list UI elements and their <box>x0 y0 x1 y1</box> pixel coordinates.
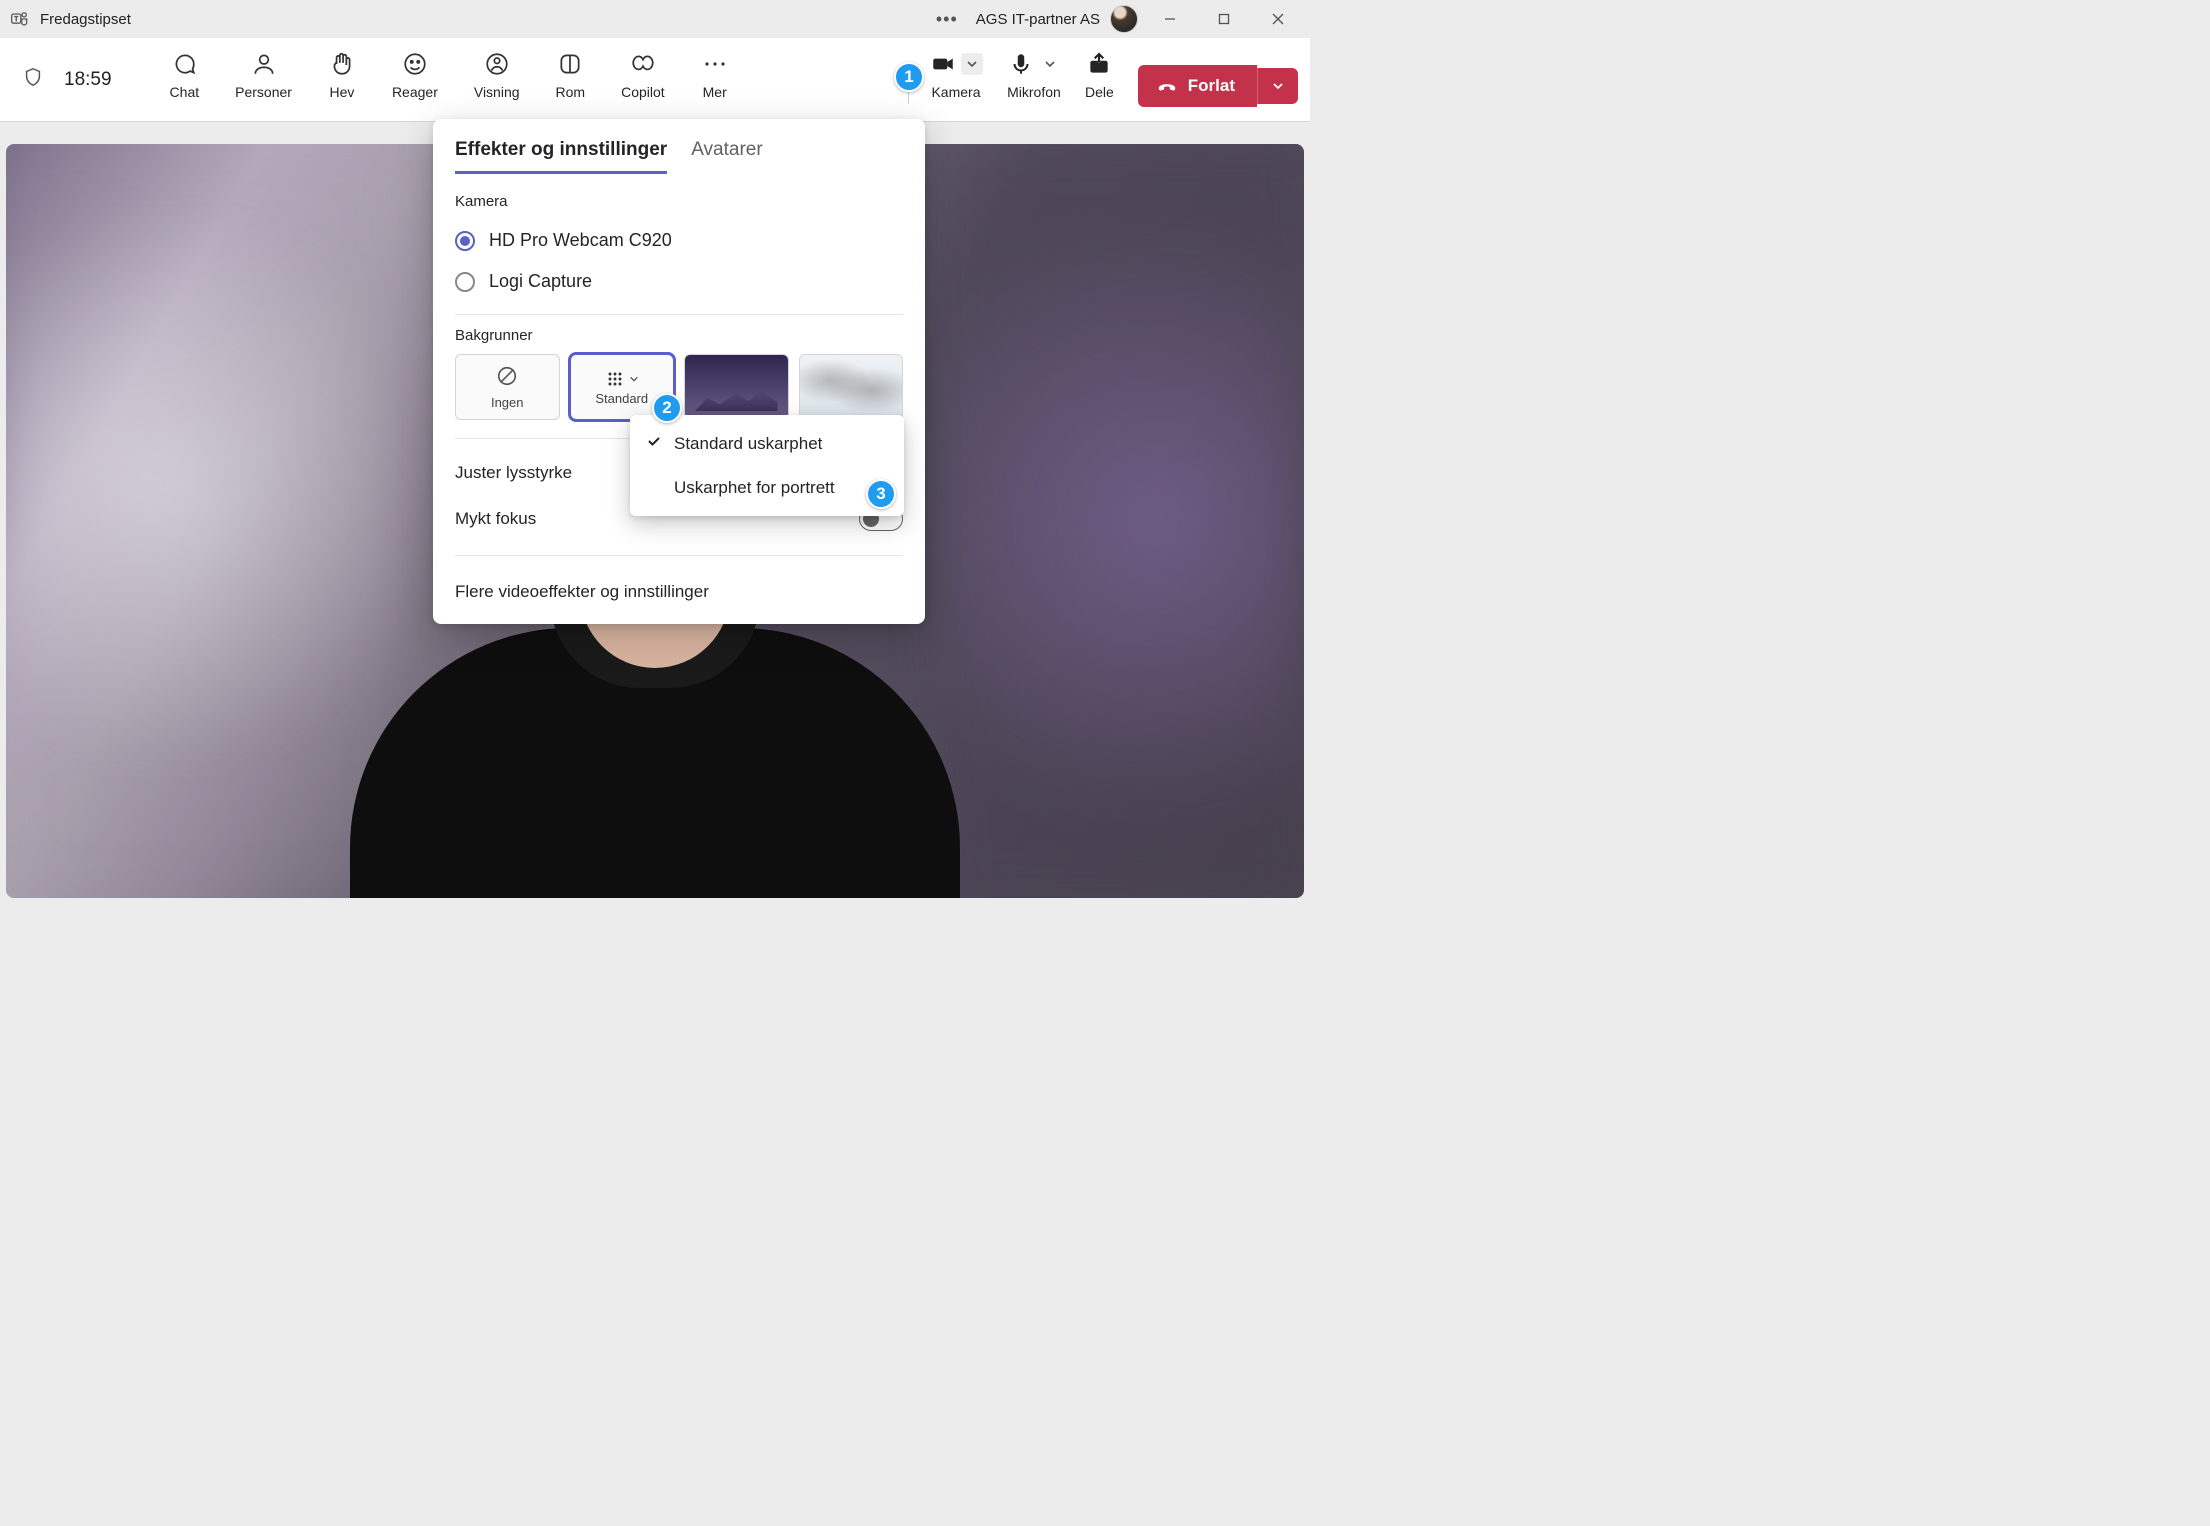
react-button[interactable]: Reager <box>374 50 456 100</box>
camera-label: Kamera <box>931 84 980 100</box>
close-button[interactable] <box>1256 4 1300 34</box>
rooms-icon <box>556 50 584 78</box>
annotation-badge-1: 1 <box>894 62 924 92</box>
blur-option-standard[interactable]: Standard uskarphet <box>630 421 904 466</box>
titlebar-left: Fredagstipset <box>10 9 131 29</box>
chat-icon <box>170 50 198 78</box>
blur-dropdown: Standard uskarphet Uskarphet for portret… <box>630 415 904 516</box>
brightness-label: Juster lysstyrke <box>455 463 572 483</box>
tab-effects[interactable]: Effekter og innstillinger <box>455 139 667 174</box>
avatar[interactable] <box>1110 5 1138 33</box>
microphone-button[interactable]: Mikrofon <box>995 50 1073 100</box>
more-video-effects-link[interactable]: Flere videoeffekter og innstillinger <box>455 568 903 612</box>
more-icon <box>701 50 729 78</box>
minimize-button[interactable] <box>1148 4 1192 34</box>
blur-option-portrait-label: Uskarphet for portrett <box>674 478 835 498</box>
camera-chevron-button[interactable] <box>961 53 983 75</box>
hangup-icon <box>1156 75 1178 97</box>
share-label: Dele <box>1085 84 1114 100</box>
camera-option-1-label: HD Pro Webcam C920 <box>489 230 672 251</box>
share-button[interactable]: Dele <box>1073 50 1126 100</box>
camera-settings-popover: Effekter og innstillinger Avatarer Kamer… <box>433 119 925 624</box>
people-icon <box>250 50 278 78</box>
toolbar-right: Kamera Mikrofon Dele <box>904 38 1298 121</box>
radio-icon <box>455 272 475 292</box>
more-label: Mer <box>703 84 727 100</box>
camera-option-2[interactable]: Logi Capture <box>455 261 903 302</box>
rooms-button[interactable]: Rom <box>538 50 604 100</box>
background-image-1[interactable] <box>684 354 789 420</box>
titlebar-right: ••• AGS IT-partner AS <box>928 4 1300 34</box>
maximize-button[interactable] <box>1202 4 1246 34</box>
toolbar-left: 18:59 <box>0 38 112 121</box>
leave-button-main[interactable]: Forlat <box>1138 65 1257 107</box>
background-none-label: Ingen <box>491 395 524 410</box>
divider <box>455 314 903 315</box>
microphone-chevron-button[interactable] <box>1039 53 1061 75</box>
meeting-toolbar: 18:59 Chat Personer Hev Reager <box>0 38 1310 122</box>
microphone-label: Mikrofon <box>1007 84 1061 100</box>
leave-label: Forlat <box>1188 76 1235 96</box>
backgrounds-section-title: Bakgrunner <box>455 327 903 344</box>
annotation-badge-2: 2 <box>652 393 682 423</box>
people-button[interactable]: Personer <box>217 50 310 100</box>
meeting-time: 18:59 <box>64 69 112 91</box>
view-button[interactable]: Visning <box>456 50 538 100</box>
camera-icon <box>929 50 957 78</box>
leave-button[interactable]: Forlat <box>1138 65 1298 107</box>
annotation-badge-3: 3 <box>866 479 896 509</box>
check-icon <box>646 433 664 454</box>
copilot-icon <box>629 50 657 78</box>
soft-focus-label: Mykt fokus <box>455 509 536 529</box>
tab-avatars[interactable]: Avatarer <box>691 139 762 174</box>
hand-icon <box>328 50 356 78</box>
more-button[interactable]: Mer <box>683 50 747 100</box>
titlebar: Fredagstipset ••• AGS IT-partner AS <box>0 0 1310 38</box>
radio-icon <box>455 231 475 251</box>
background-standard-label: Standard <box>595 391 648 406</box>
popover-tabs: Effekter og innstillinger Avatarer <box>455 139 903 175</box>
blur-icon <box>605 369 639 389</box>
raise-hand-button[interactable]: Hev <box>310 50 374 100</box>
background-none[interactable]: Ingen <box>455 354 560 420</box>
divider <box>455 555 903 556</box>
share-icon <box>1085 50 1113 78</box>
blur-option-portrait[interactable]: Uskarphet for portrett <box>630 466 904 510</box>
view-label: Visning <box>474 84 520 100</box>
camera-section-title: Kamera <box>455 193 903 210</box>
background-blur-right <box>941 144 1304 898</box>
camera-option-2-label: Logi Capture <box>489 271 592 292</box>
microphone-icon <box>1007 50 1035 78</box>
chat-button[interactable]: Chat <box>152 50 218 100</box>
teams-icon <box>10 9 30 29</box>
meeting-title: Fredagstipset <box>40 11 131 28</box>
react-label: Reager <box>392 84 438 100</box>
copilot-button[interactable]: Copilot <box>603 50 683 100</box>
blur-option-standard-label: Standard uskarphet <box>674 434 822 454</box>
camera-button[interactable]: Kamera <box>917 50 995 100</box>
more-options-button[interactable]: ••• <box>928 9 966 30</box>
emoji-icon <box>401 50 429 78</box>
people-label: Personer <box>235 84 292 100</box>
copilot-label: Copilot <box>621 84 665 100</box>
chevron-down-icon[interactable] <box>629 374 639 384</box>
shield-icon[interactable] <box>22 66 44 93</box>
raise-hand-label: Hev <box>329 84 354 100</box>
chat-label: Chat <box>170 84 200 100</box>
leave-chevron-button[interactable] <box>1257 68 1298 104</box>
background-image-2[interactable] <box>799 354 904 420</box>
view-icon <box>483 50 511 78</box>
toolbar-center: Chat Personer Hev Reager Visning <box>152 38 747 121</box>
camera-option-1[interactable]: HD Pro Webcam C920 <box>455 220 903 261</box>
rooms-label: Rom <box>556 84 586 100</box>
org-name: AGS IT-partner AS <box>976 11 1100 28</box>
none-icon <box>496 365 518 393</box>
